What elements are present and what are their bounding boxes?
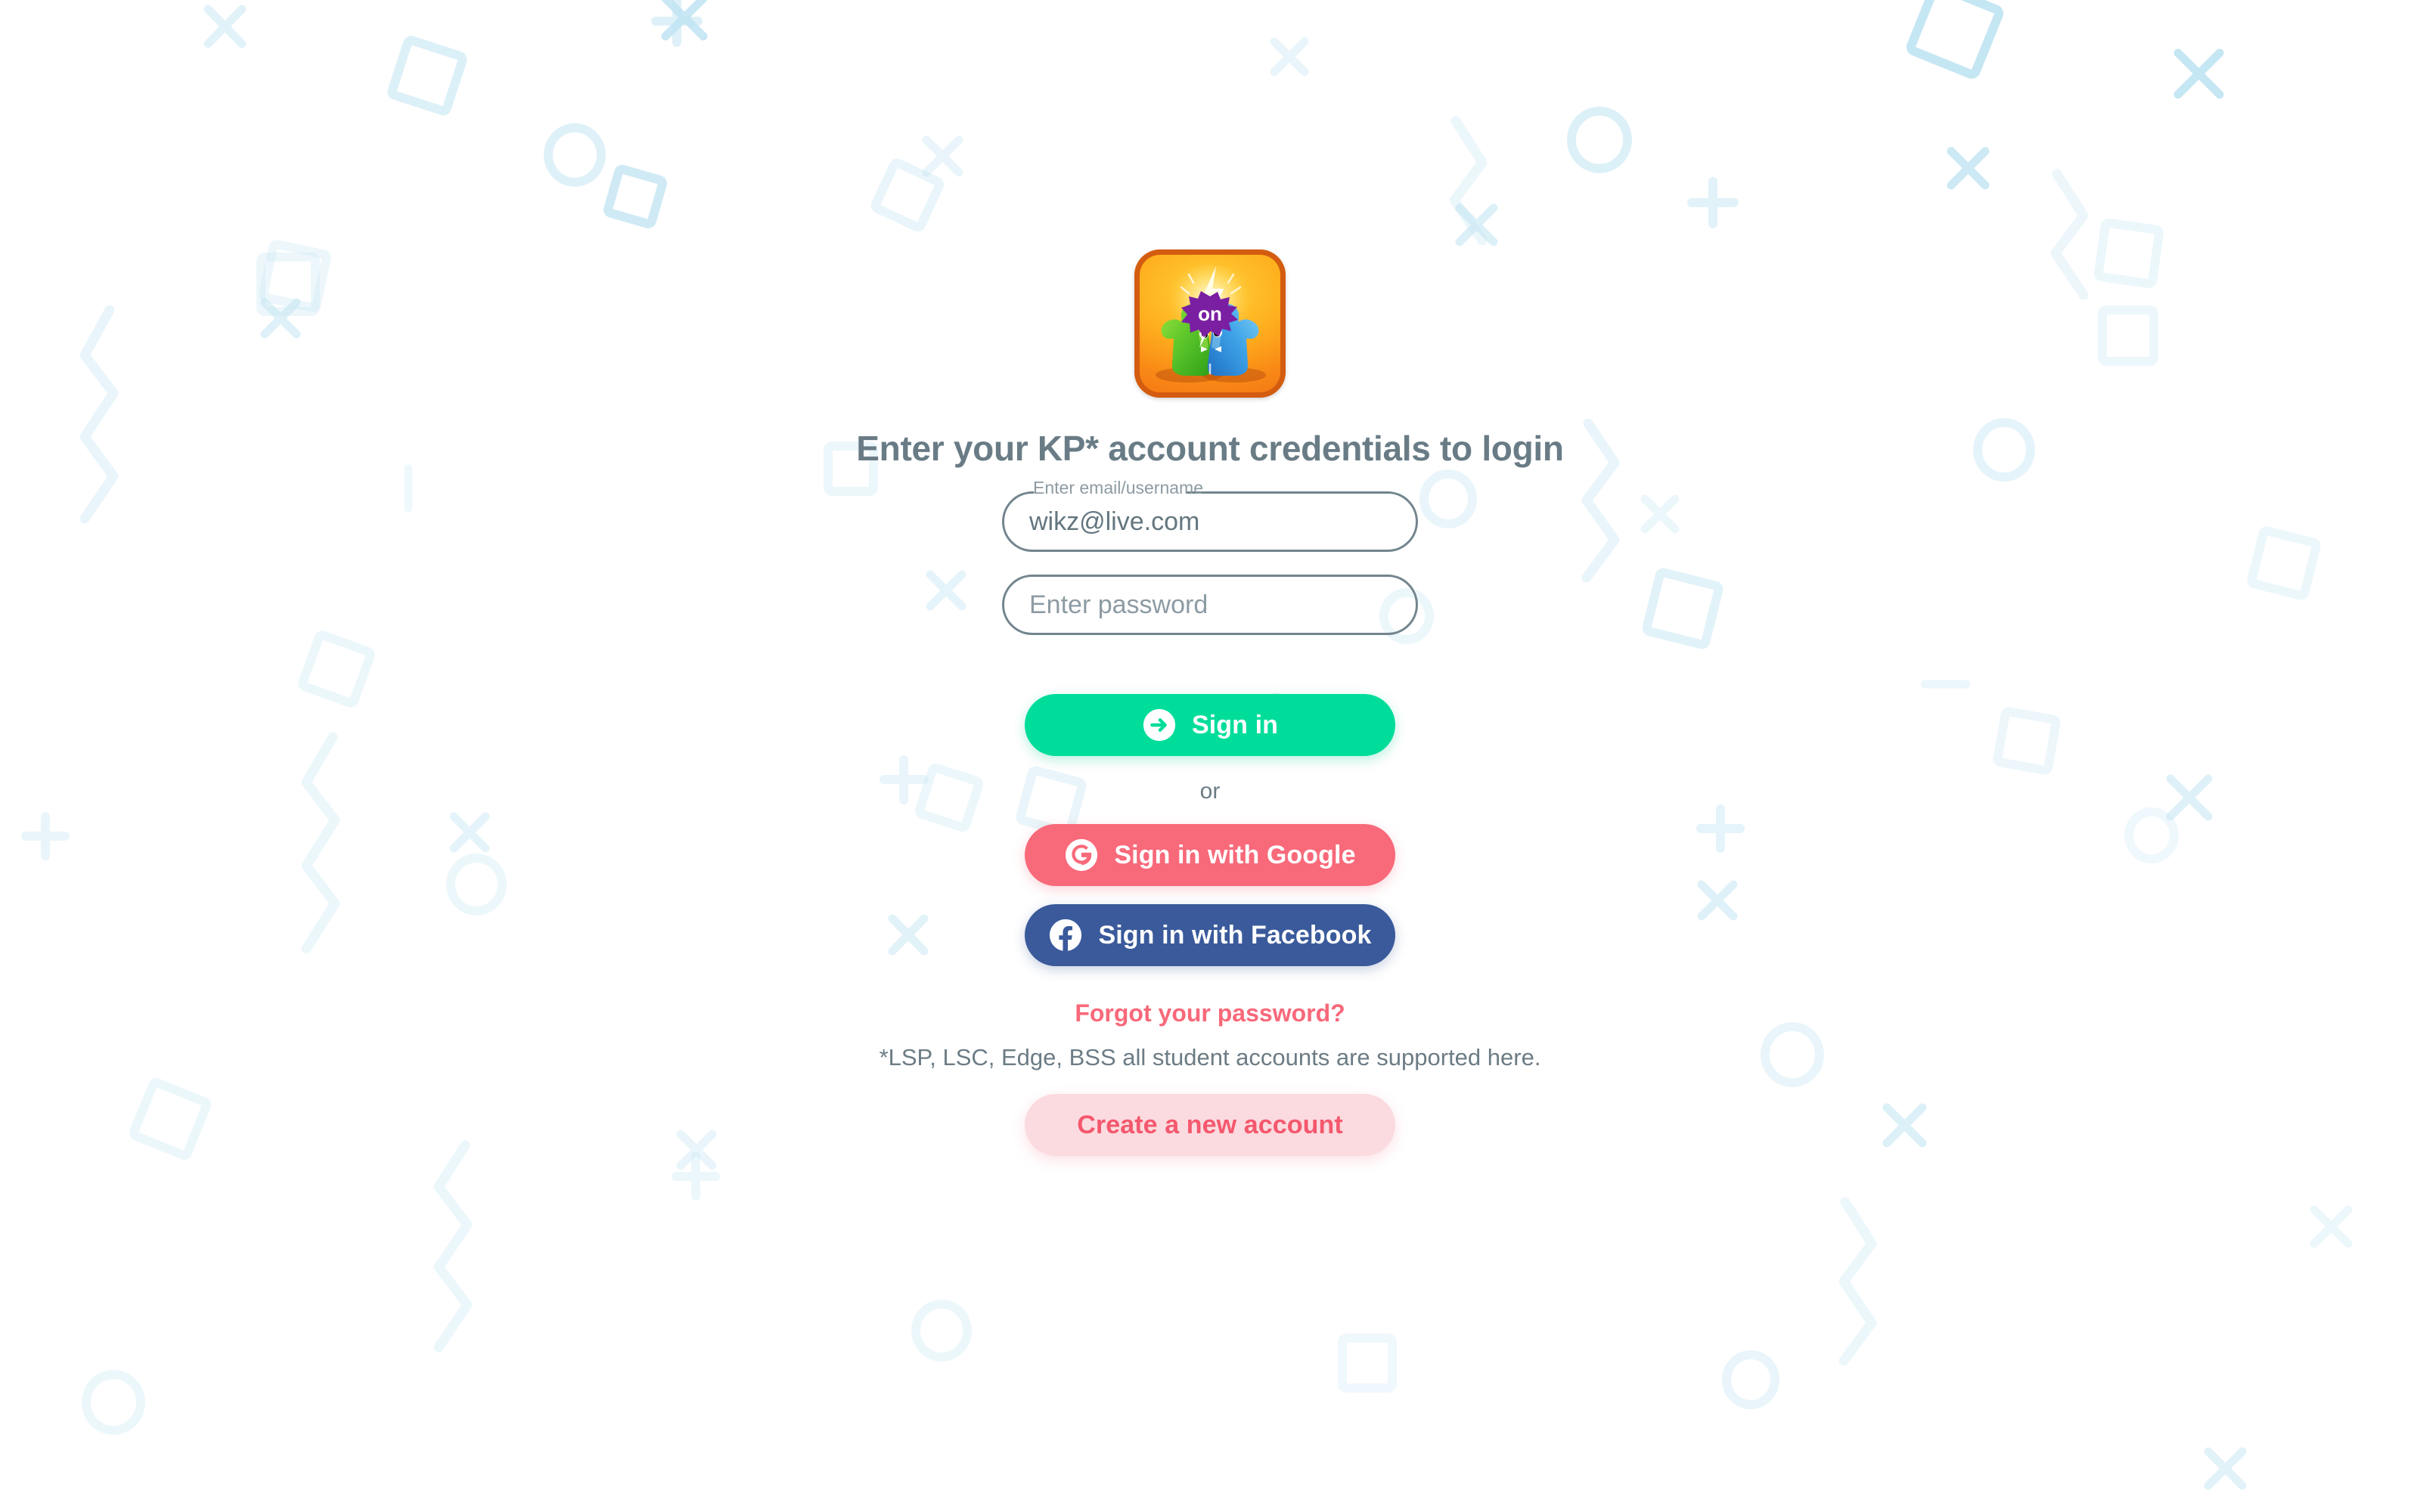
create-account-button[interactable]: Create a new account [1025,1094,1395,1156]
create-account-label: Create a new account [1077,1110,1343,1139]
sign-in-label: Sign in [1191,710,1279,739]
email-field-label: Enter email/username [1033,478,1203,497]
login-page: on Enter your KP* account credentials to… [0,0,2420,1512]
google-icon [1066,838,1098,872]
password-input[interactable] [1002,575,1418,635]
sign-in-facebook-label: Sign in with Facebook [1098,920,1372,950]
sign-in-google-button[interactable]: Sign in with Google [1025,824,1395,886]
sign-in-google-label: Sign in with Google [1114,840,1356,869]
supported-accounts-note: *LSP, LSC, Edge, BSS all student account… [879,1044,1541,1070]
facebook-icon [1050,919,1082,952]
email-field-group: Enter email/username [1002,479,1418,552]
email-field-box[interactable] [1002,491,1418,552]
page-title: Enter your KP* account credentials to lo… [856,429,1564,468]
svg-text:on: on [1198,302,1222,325]
app-logo: on [1134,249,1286,398]
sign-in-facebook-button[interactable]: Sign in with Facebook [1025,904,1395,966]
password-field-box[interactable] [1002,575,1418,635]
password-field-group [1002,575,1418,635]
login-arrow-icon [1143,708,1176,742]
or-divider: or [1199,779,1221,804]
email-input[interactable] [1002,491,1418,552]
forgot-password-link[interactable]: Forgot your password? [1075,999,1345,1027]
sign-in-button[interactable]: Sign in [1025,694,1395,756]
login-card: on Enter your KP* account credentials to… [794,249,1626,1156]
